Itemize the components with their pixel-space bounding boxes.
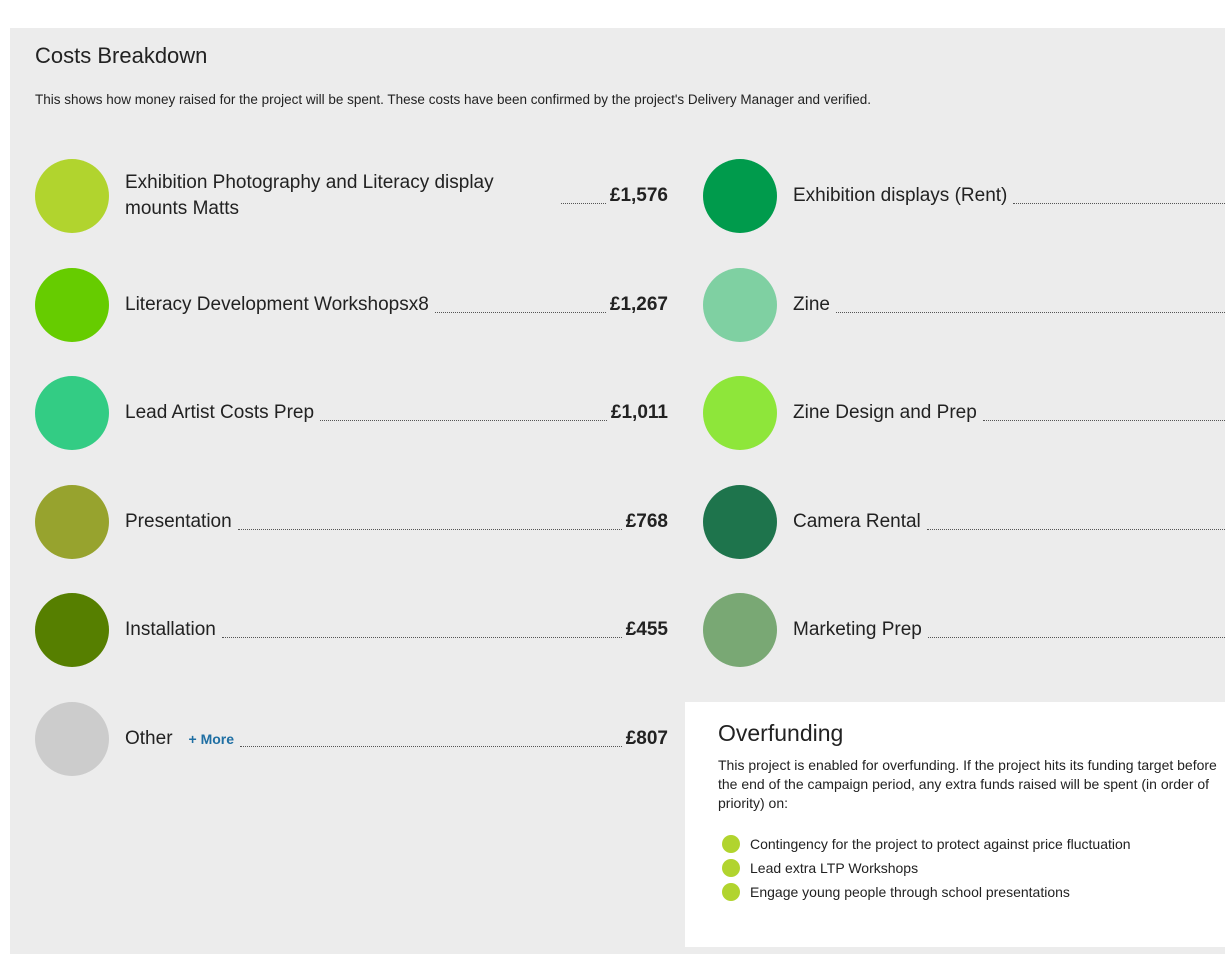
dotted-leader <box>221 636 622 638</box>
cost-label: Presentation <box>125 511 232 532</box>
bullet-dot-icon <box>722 859 740 877</box>
cost-label: Zine <box>793 294 830 315</box>
cost-color-dot <box>703 376 777 450</box>
cost-item: Exhibition displays (Rent) <box>703 159 1225 235</box>
cost-amount: £1,011 <box>610 402 668 423</box>
overfunding-description: This project is enabled for overfunding.… <box>718 757 1217 811</box>
cost-color-dot <box>35 376 109 450</box>
cost-amount: £455 <box>625 619 668 640</box>
bullet-dot-icon <box>722 835 740 853</box>
more-link[interactable]: + More <box>189 731 235 747</box>
cost-label: Literacy Development Workshopsx8 <box>125 294 429 315</box>
list-item: Engage young people through school prese… <box>722 880 1131 904</box>
cost-item: Installation £455 <box>35 593 668 669</box>
cost-label: Installation <box>125 619 216 640</box>
bullet-dot-icon <box>722 883 740 901</box>
cost-item: Marketing Prep <box>703 593 1225 669</box>
cost-label: Exhibition Photography and Literacy disp… <box>125 172 494 219</box>
cost-color-dot <box>703 159 777 233</box>
cost-item: Exhibition Photography and Literacy disp… <box>35 159 668 235</box>
cost-amount: £1,267 <box>609 294 668 315</box>
dotted-leader <box>927 636 1225 638</box>
cost-color-dot <box>35 159 109 233</box>
dotted-leader <box>561 202 606 204</box>
cost-amount: £1,576 <box>609 185 668 206</box>
dotted-leader <box>240 745 622 747</box>
costs-breakdown-panel: Costs Breakdown This shows how money rai… <box>10 28 1225 954</box>
cost-label: Camera Rental <box>793 511 921 532</box>
cost-item: Zine Design and Prep <box>703 376 1225 452</box>
cost-item: Presentation £768 <box>35 485 668 561</box>
cost-label: Zine Design and Prep <box>793 402 977 423</box>
list-item: Lead extra LTP Workshops <box>722 856 1131 880</box>
dotted-leader <box>1013 202 1225 204</box>
dotted-leader <box>926 528 1225 530</box>
section-title: Costs Breakdown <box>35 43 208 68</box>
cost-color-dot <box>703 268 777 342</box>
list-item-text: Engage young people through school prese… <box>750 884 1070 900</box>
overfunding-list: Contingency for the project to protect a… <box>722 832 1131 904</box>
cost-item-other: Other + More £807 <box>35 702 668 778</box>
list-item: Contingency for the project to protect a… <box>722 832 1131 856</box>
dotted-leader <box>835 311 1225 313</box>
cost-label: Other <box>125 728 173 749</box>
cost-label: Lead Artist Costs Prep <box>125 402 315 423</box>
cost-color-dot <box>35 593 109 667</box>
list-item-text: Lead extra LTP Workshops <box>750 860 919 876</box>
dotted-leader <box>237 528 622 530</box>
cost-color-dot <box>35 268 109 342</box>
cost-color-dot <box>35 485 109 559</box>
list-item-text: Contingency for the project to protect a… <box>750 836 1131 852</box>
cost-item: Camera Rental <box>703 485 1225 561</box>
cost-label: Marketing Prep <box>793 619 922 640</box>
dotted-leader <box>982 419 1225 421</box>
cost-item: Lead Artist Costs Prep £1,011 <box>35 376 668 452</box>
dotted-leader <box>320 419 607 421</box>
cost-label: Exhibition displays (Rent) <box>793 185 1008 206</box>
cost-item: Literacy Development Workshopsx8 £1,267 <box>35 268 668 344</box>
overfunding-title: Overfunding <box>718 720 844 746</box>
cost-item: Zine <box>703 268 1225 344</box>
cost-amount: £807 <box>625 728 668 749</box>
cost-color-dot <box>703 593 777 667</box>
section-description: This shows how money raised for the proj… <box>35 92 871 107</box>
dotted-leader <box>434 311 606 313</box>
overfunding-box: Overfunding This project is enabled for … <box>685 702 1225 947</box>
cost-amount: £768 <box>625 511 668 532</box>
cost-color-dot <box>35 702 109 776</box>
cost-color-dot <box>703 485 777 559</box>
